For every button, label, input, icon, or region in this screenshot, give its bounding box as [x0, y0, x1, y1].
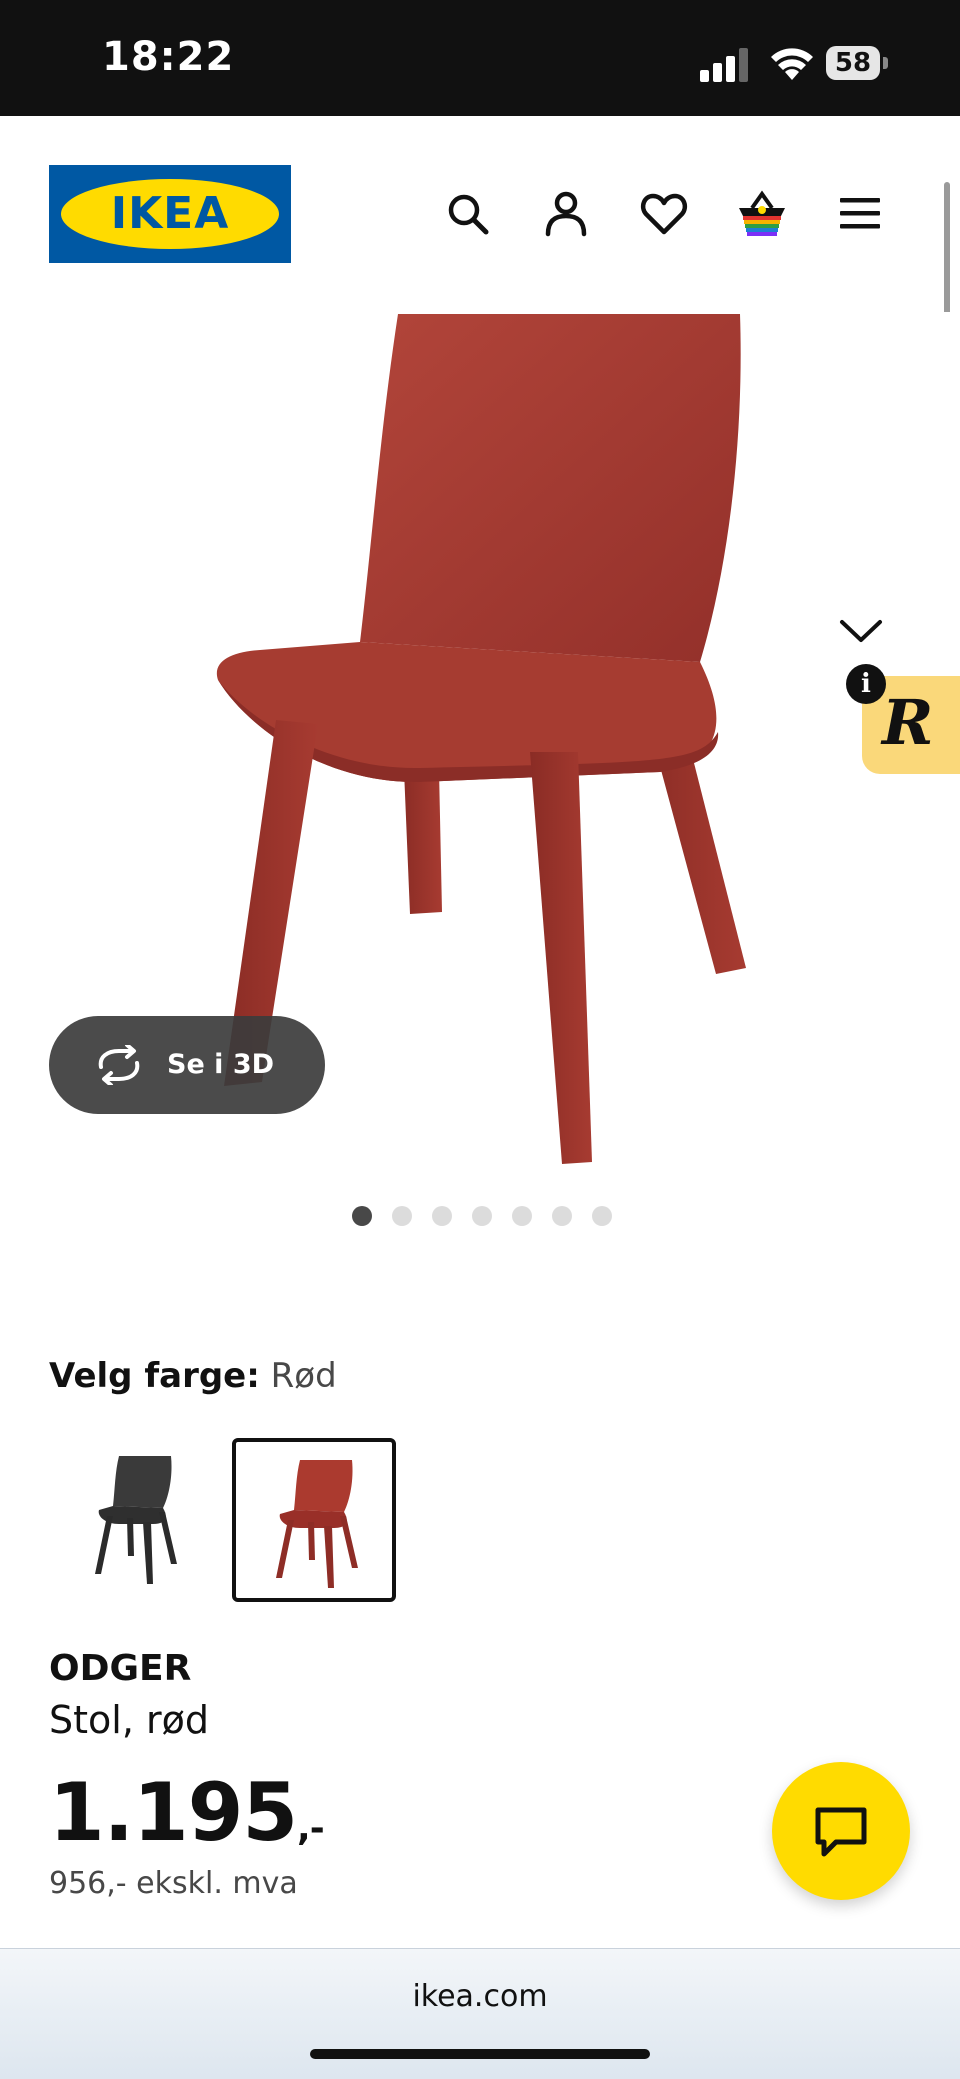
color-value: Rød — [270, 1356, 337, 1396]
search-icon[interactable] — [442, 188, 494, 240]
chat-icon — [815, 1807, 867, 1857]
chair-thumbnail-black — [95, 1456, 177, 1584]
heart-icon[interactable] — [638, 188, 690, 240]
product-name: ODGER — [49, 1648, 192, 1689]
chair-thumbnail-red — [276, 1460, 358, 1588]
gallery-dot-4[interactable] — [472, 1206, 492, 1226]
gallery-dot-7[interactable] — [592, 1206, 612, 1226]
color-option-black[interactable] — [55, 1438, 219, 1602]
wifi-icon — [771, 48, 813, 80]
site-header: IKEA — [0, 116, 960, 312]
browser-address-bar[interactable]: ikea.com — [0, 1948, 960, 2079]
info-icon[interactable]: i — [846, 664, 886, 704]
shopping-bag-icon[interactable] — [736, 188, 788, 240]
product-description: Stol, rød — [49, 1698, 209, 1742]
gallery-dot-1[interactable] — [352, 1206, 372, 1226]
gallery-dot-3[interactable] — [432, 1206, 452, 1226]
battery-icon: 58 — [826, 46, 888, 82]
view-in-3d-label: Se i 3D — [167, 1049, 275, 1080]
logo-text: IKEA — [110, 188, 230, 239]
gallery-dot-5[interactable] — [512, 1206, 532, 1226]
url-text[interactable]: ikea.com — [0, 1979, 960, 2014]
color-selector-label: Velg farge: Rød — [49, 1356, 337, 1396]
rotate-3d-icon — [98, 1045, 140, 1085]
status-bar: 18:22 58 — [0, 0, 960, 116]
ikea-logo[interactable]: IKEA — [49, 165, 291, 263]
status-time: 18:22 — [102, 34, 235, 80]
price-excl-vat: 956,- ekskl. mva — [49, 1866, 298, 1901]
home-indicator[interactable] — [310, 2049, 650, 2059]
product-price: 1.195,- — [49, 1766, 325, 1859]
review-widget-letter: R — [882, 686, 934, 759]
cellular-signal-icon — [700, 48, 748, 82]
price-value: 1.195 — [49, 1766, 298, 1859]
account-icon[interactable] — [540, 188, 592, 240]
color-label: Velg farge: — [49, 1356, 260, 1396]
battery-level: 58 — [826, 46, 880, 80]
color-option-red[interactable] — [232, 1438, 396, 1602]
chevron-down-icon[interactable] — [836, 612, 886, 652]
price-suffix: ,- — [297, 1808, 325, 1849]
gallery-dot-6[interactable] — [552, 1206, 572, 1226]
menu-icon[interactable] — [834, 188, 886, 240]
chat-button[interactable] — [772, 1762, 910, 1900]
gallery-dot-2[interactable] — [392, 1206, 412, 1226]
view-in-3d-button[interactable]: Se i 3D — [49, 1016, 325, 1114]
